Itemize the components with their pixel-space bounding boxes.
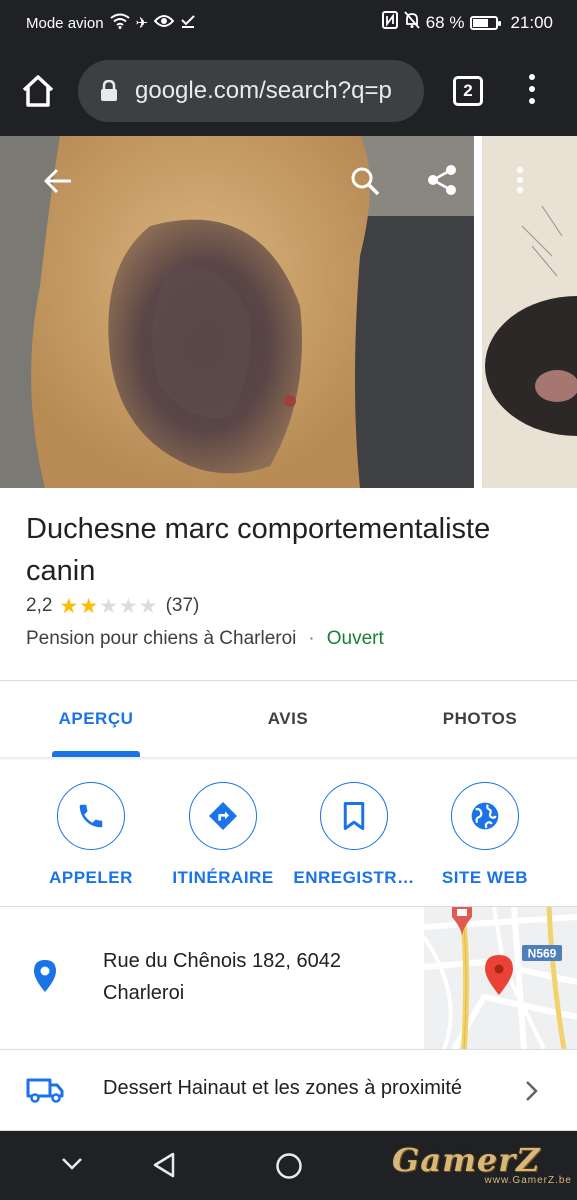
address-line-2: Charleroi — [103, 982, 185, 1004]
place-photo[interactable] — [0, 136, 474, 488]
delivery-text: Dessert Hainaut et les zones à proximité — [103, 1077, 463, 1099]
address-bar[interactable]: google.com/search?q=p — [78, 60, 424, 122]
place-photo-2[interactable] — [482, 136, 577, 488]
more-vert-icon[interactable] — [516, 166, 524, 199]
chevron-right-icon[interactable] — [524, 1080, 538, 1107]
bookmark-icon — [320, 782, 388, 850]
nfc-icon — [381, 11, 398, 34]
address-row[interactable]: Rue du Chênois 182, 6042 Charleroi N569 — [0, 907, 577, 1049]
call-button[interactable]: APPELER — [23, 782, 159, 888]
save-button[interactable]: ENREGISTR… — [286, 782, 422, 888]
tab-photos[interactable]: PHOTOS — [398, 680, 562, 758]
tab-switcher-button[interactable]: 2 — [453, 76, 483, 106]
status-bar: Mode avion ✈ 68 % 21:00 — [0, 0, 577, 46]
category-row: Pension pour chiens à Charleroi · Ouvert — [26, 625, 384, 653]
delivery-row[interactable]: Dessert Hainaut et les zones à proximité — [0, 1050, 577, 1130]
separator-dot: · — [308, 628, 315, 649]
review-count: (37) — [165, 595, 200, 616]
watermark-logo: GamerZ www.GamerZ.be — [392, 1143, 572, 1195]
star-empty-icon: ★ — [138, 594, 158, 618]
truck-icon — [26, 1077, 64, 1108]
nav-down-icon[interactable] — [61, 1157, 83, 1176]
star-filled-icon: ★ — [59, 594, 79, 618]
globe-icon — [451, 782, 519, 850]
battery-percent: 68 % — [425, 12, 465, 32]
star-filled-icon: ★ — [79, 594, 99, 618]
watermark-text: GamerZ — [392, 1141, 541, 1179]
browser-toolbar: google.com/search?q=p 2 — [0, 46, 577, 136]
tab-apercu[interactable]: APERÇU — [14, 680, 178, 758]
airplane-icon: ✈ — [135, 14, 149, 32]
nav-back-icon[interactable] — [152, 1152, 176, 1183]
star-empty-icon: ★ — [99, 594, 118, 618]
location-pin-icon — [33, 959, 57, 998]
rating-stars: ★ ★ ★ ★ ★ — [59, 596, 157, 617]
search-icon[interactable] — [350, 166, 380, 201]
airplane-mode-label: Mode avion — [26, 15, 104, 32]
more-vert-icon[interactable] — [523, 74, 541, 110]
website-button[interactable]: SITE WEB — [417, 782, 553, 888]
call-label: APPELER — [49, 868, 133, 887]
directions-label: ITINÉRAIRE — [172, 868, 274, 887]
photo-carousel[interactable] — [0, 136, 577, 488]
download-done-icon — [180, 13, 196, 34]
wifi-icon — [109, 13, 130, 34]
home-icon[interactable] — [20, 74, 56, 108]
map-road-label: N569 — [528, 947, 557, 961]
directions-button[interactable]: ITINÉRAIRE — [155, 782, 291, 888]
directions-icon — [189, 782, 257, 850]
lock-icon — [100, 79, 118, 102]
place-category: Pension pour chiens à Charleroi — [26, 628, 297, 649]
bell-off-icon — [404, 11, 420, 34]
save-label: ENREGISTR… — [293, 868, 415, 887]
phone-icon — [57, 782, 125, 850]
address-text: Rue du Chênois 182, 6042 Charleroi — [103, 945, 403, 1009]
rating-row[interactable]: 2,2 ★ ★ ★ ★ ★ (37) — [26, 593, 199, 619]
rating-value: 2,2 — [26, 595, 53, 616]
back-arrow-icon[interactable] — [44, 168, 72, 199]
website-label: SITE WEB — [441, 868, 529, 887]
nav-home-icon[interactable] — [275, 1152, 303, 1185]
open-status: Ouvert — [326, 628, 384, 649]
place-title: Duchesne marc comportementaliste canin — [26, 513, 491, 587]
star-empty-icon: ★ — [118, 594, 138, 618]
map-thumbnail[interactable]: N569 — [424, 907, 577, 1049]
address-line-1: Rue du Chênois 182, 6042 — [103, 950, 341, 972]
tab-shadow — [0, 757, 577, 761]
eye-icon — [153, 14, 175, 33]
battery-icon — [470, 15, 502, 30]
share-icon[interactable] — [427, 164, 457, 201]
url-text: google.com/search?q=p — [135, 77, 392, 104]
tab-avis[interactable]: AVIS — [206, 680, 370, 758]
clock: 21:00 — [510, 12, 553, 32]
